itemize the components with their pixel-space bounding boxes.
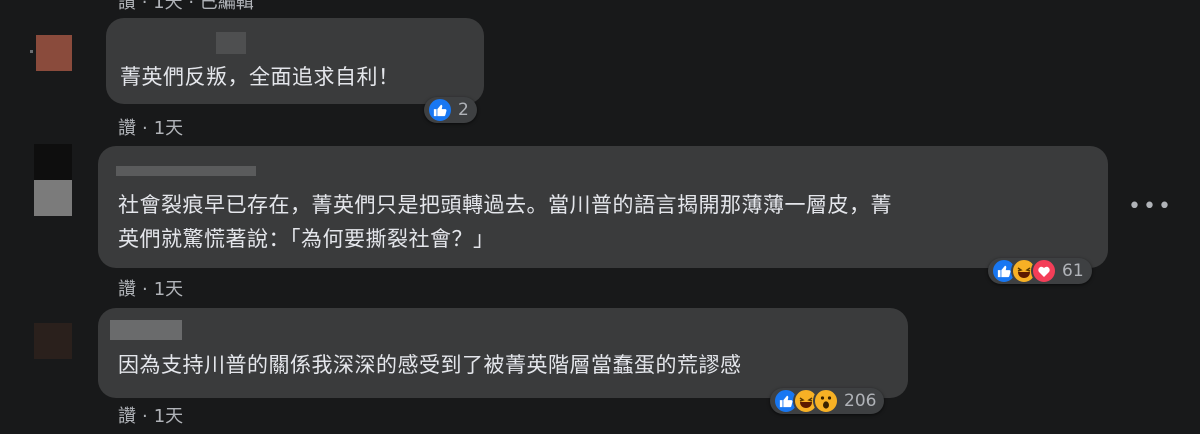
comment-bubble: 社會裂痕早已存在，菁英們只是把頭轉過去。當川普的語言揭開那薄薄一層皮，菁 英們就…: [98, 146, 1108, 268]
reaction-summary[interactable]: 2: [424, 97, 477, 123]
reaction-summary[interactable]: 61: [988, 258, 1092, 284]
avatar[interactable]: [34, 144, 72, 216]
comment-actions: 讚 · 1天: [118, 402, 183, 428]
reaction-count: 2: [458, 100, 469, 120]
avatar-bottom: [34, 180, 72, 216]
reaction-summary[interactable]: 206: [770, 388, 885, 414]
comment-bubble: 因為支持川普的關係我深深的感受到了被菁英階層當蠢蛋的荒謬感: [98, 308, 908, 398]
like-link[interactable]: 讚: [118, 279, 136, 300]
avatar-top: [34, 144, 72, 180]
commenter-name[interactable]: [110, 320, 182, 340]
timestamp[interactable]: 1天: [154, 406, 183, 427]
separator: ·: [142, 406, 148, 427]
separator: ·: [142, 118, 148, 139]
avatar[interactable]: [34, 323, 72, 359]
like-link[interactable]: 讚: [118, 406, 136, 427]
like-icon: [427, 97, 453, 123]
collapse-marker: [30, 50, 33, 53]
reaction-count: 61: [1062, 261, 1084, 281]
more-options-button[interactable]: •••: [1128, 194, 1173, 219]
commenter-name[interactable]: [116, 166, 256, 176]
separator: ·: [142, 279, 148, 300]
like-link[interactable]: 讚: [118, 118, 136, 139]
comment-actions: 讚 · 1天: [118, 114, 183, 140]
commenter-name[interactable]: [216, 32, 246, 54]
wow-icon: [813, 388, 839, 414]
comment-text: 因為支持川普的關係我深深的感受到了被菁英階層當蠢蛋的荒謬感: [118, 353, 742, 377]
comment-text: 菁英們反叛，全面追求自利！: [120, 65, 400, 89]
comment-actions: 讚 · 1天: [118, 275, 183, 301]
reaction-count: 206: [844, 391, 877, 411]
avatar[interactable]: [36, 35, 72, 71]
timestamp[interactable]: 1天: [154, 118, 183, 139]
comment-bubble: 菁英們反叛，全面追求自利！: [106, 18, 484, 104]
love-icon: [1031, 258, 1057, 284]
comment-text-line2: 英們就驚慌著說：「為何要撕裂社會？」: [118, 227, 495, 251]
previous-comment-meta: 讚 · 1天 · 已編輯: [118, 0, 254, 13]
comment-text-line1: 社會裂痕早已存在，菁英們只是把頭轉過去。當川普的語言揭開那薄薄一層皮，菁: [118, 193, 892, 217]
timestamp[interactable]: 1天: [154, 279, 183, 300]
